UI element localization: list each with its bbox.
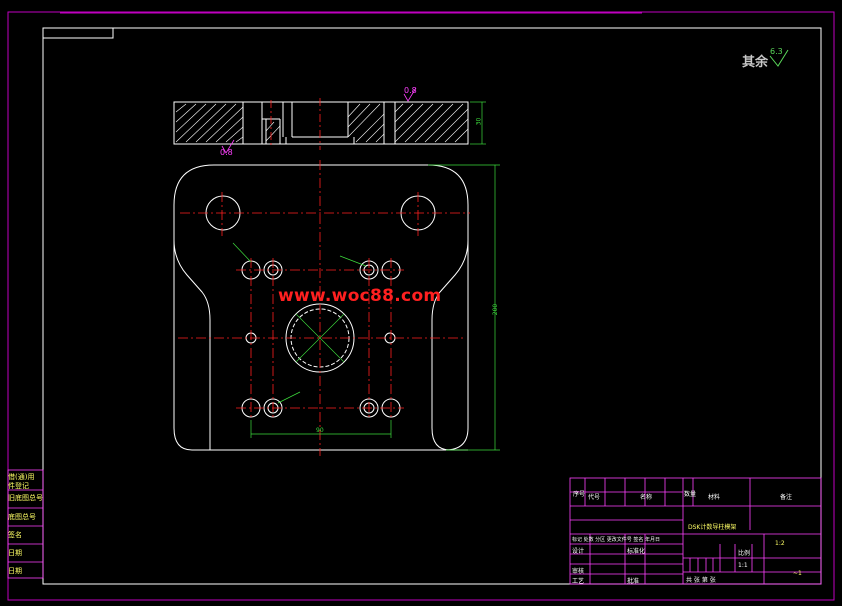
top-roughness-symbol: 0.8 (404, 86, 417, 95)
watermark: www.woc88.com (278, 286, 442, 306)
row-standard: 标准化 (627, 548, 646, 555)
tb-header-name: 名称 (640, 494, 653, 501)
row-approve: 批准 (627, 578, 640, 585)
plate-outline (214, 164, 469, 451)
tb-header-qty: 数量 (684, 491, 697, 498)
sheet-info: 共 张 第 张 (686, 577, 716, 584)
side-label-4: 底图总号 (8, 513, 36, 521)
drawing-name: DSK计数导柱模架 (688, 524, 737, 531)
tb-header-code: 代号 (588, 494, 601, 501)
tb-header-seq: 序号 (573, 491, 586, 498)
left-roughness-symbol: 0.8 (220, 148, 233, 157)
scale-value: 1:1 (738, 562, 748, 569)
drawing-code: ~1 (793, 570, 802, 577)
corner-tab (42, 27, 114, 39)
row-review: 审核 (572, 568, 585, 575)
row-design: 设计 (572, 548, 585, 555)
side-label-7: 日期 (8, 567, 22, 575)
hatching (175, 103, 469, 143)
roughness-value: 6.3 (770, 47, 783, 56)
inner-border (42, 27, 822, 585)
height-dimension: 200 (492, 303, 500, 316)
revision-header: 标记 处数 分区 更改文件号 签名 年月日 (572, 537, 660, 543)
roughness-label: 其余 (742, 55, 769, 70)
outer-frame (7, 11, 835, 601)
side-label-6: 日期 (8, 549, 22, 557)
side-label-5: 签名 (8, 531, 22, 539)
tb-header-note: 备注 (780, 494, 793, 501)
side-label-2: 件登记 (8, 482, 29, 490)
row-process: 工艺 (572, 578, 585, 585)
bottom-span-dimension: 90 (316, 427, 324, 434)
tb-header-material: 材料 (708, 494, 721, 501)
centerlines (178, 160, 470, 456)
scale-label: 比例 (738, 550, 751, 557)
thickness-dimension: 30 (475, 117, 483, 126)
weight-value: 1:2 (775, 540, 785, 547)
side-label-3: 旧底图总号 (8, 494, 43, 502)
